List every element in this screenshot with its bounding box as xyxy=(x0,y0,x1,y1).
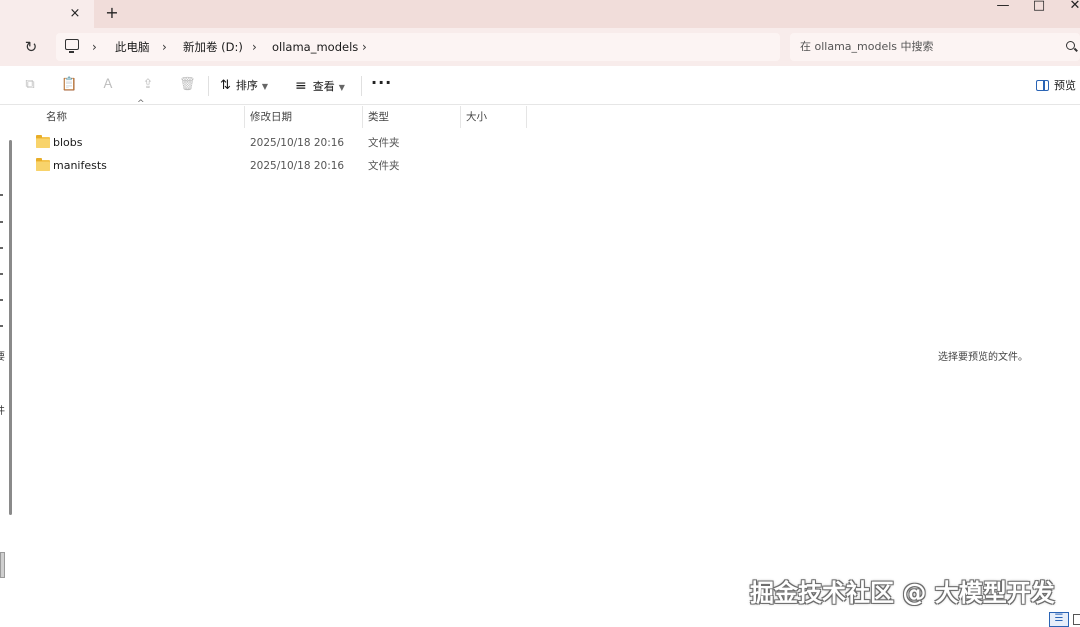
toolbar-divider xyxy=(361,76,362,96)
nav-scroll-thumb[interactable] xyxy=(0,552,5,578)
nav-scrollbar[interactable] xyxy=(9,140,12,515)
sort-button[interactable]: ⇅ 排序 ▼ xyxy=(220,76,268,96)
nav-expand-marker[interactable] xyxy=(0,194,3,196)
details-view-icon[interactable]: ☰ xyxy=(1049,612,1069,627)
preview-pane-button[interactable]: 预览 xyxy=(1036,76,1076,96)
paste-icon[interactable]: 📋 xyxy=(61,77,77,93)
chevron-down-icon: ▼ xyxy=(261,82,269,91)
minimize-icon[interactable]: — xyxy=(988,0,1018,14)
column-header-size[interactable]: 大小 xyxy=(466,106,487,128)
copy-icon[interactable]: ⧉ xyxy=(22,77,38,93)
preview-label: 预览 xyxy=(1054,79,1076,92)
file-name: manifests xyxy=(53,159,107,172)
chevron-right-icon[interactable]: › xyxy=(162,39,167,55)
close-tab-icon[interactable]: × xyxy=(66,5,84,23)
breadcrumb-ollama-models[interactable]: ollama_models xyxy=(272,39,358,55)
nav-expand-marker[interactable] xyxy=(0,247,3,249)
file-modified: 2025/10/18 20:16 xyxy=(250,137,345,149)
chevron-right-icon[interactable]: › xyxy=(362,39,367,55)
column-divider[interactable] xyxy=(362,106,363,128)
breadcrumb-drive-d[interactable]: 新加卷 (D:) xyxy=(183,39,243,55)
column-header-name[interactable]: 名称 xyxy=(46,106,67,128)
file-type: 文件夹 xyxy=(368,160,400,172)
nav-expand-marker[interactable] xyxy=(0,299,3,301)
active-tab[interactable]: × xyxy=(0,0,94,28)
column-divider[interactable] xyxy=(526,106,527,128)
sort-ascending-icon: ^ xyxy=(137,99,145,109)
chevron-right-icon[interactable]: › xyxy=(92,39,97,55)
view-label: 查看 xyxy=(312,80,335,93)
nav-expand-marker[interactable] xyxy=(0,325,3,327)
file-modified: 2025/10/18 20:16 xyxy=(250,160,345,172)
search-placeholder: 在 ollama_models 中搜索 xyxy=(800,40,934,53)
preview-pane-icon xyxy=(1036,80,1049,91)
column-divider[interactable] xyxy=(460,106,461,128)
watermark: 掘金技术社区 @ 大模型开发 xyxy=(750,579,1055,607)
more-options-icon[interactable]: ··· xyxy=(371,74,391,94)
folder-icon xyxy=(36,135,50,148)
preview-empty-message: 选择要预览的文件。 xyxy=(938,352,1028,363)
column-header-modified[interactable]: 修改日期 xyxy=(250,106,292,128)
toolbar-divider xyxy=(208,76,209,96)
view-icon: ≡ xyxy=(295,78,307,94)
chevron-right-icon[interactable]: › xyxy=(252,39,257,55)
nav-expand-marker[interactable] xyxy=(0,221,3,223)
view-button[interactable]: ≡ 查看 ▼ xyxy=(295,76,345,96)
file-type: 文件夹 xyxy=(368,137,400,149)
tiles-view-icon[interactable] xyxy=(1073,614,1080,625)
maximize-icon[interactable]: □ xyxy=(1024,0,1054,14)
column-divider[interactable] xyxy=(244,106,245,128)
command-bar: ⧉ 📋 Ａ ⇪ 🗑 ⇅ 排序 ▼ ≡ 查看 ▼ ··· 预览 xyxy=(0,66,1080,105)
delete-icon[interactable]: 🗑 xyxy=(179,77,196,93)
address-row: ↻ › 此电脑 › 新加卷 (D:) › ollama_models › 在 o… xyxy=(0,28,1080,66)
file-row[interactable]: manifests 2025/10/18 20:16 文件夹 xyxy=(24,155,524,177)
rename-icon[interactable]: Ａ xyxy=(100,77,116,93)
search-input[interactable]: 在 ollama_models 中搜索 xyxy=(790,33,1080,61)
nav-item-label-fragment[interactable]: 件 xyxy=(0,402,5,417)
sort-label: 排序 xyxy=(235,79,258,92)
chevron-down-icon: ▼ xyxy=(338,83,345,92)
column-header-type[interactable]: 类型 xyxy=(368,106,389,128)
title-bar: × + — □ ✕ xyxy=(0,0,1080,28)
share-icon[interactable]: ⇪ xyxy=(140,77,156,93)
refresh-icon[interactable]: ↻ xyxy=(21,37,41,57)
new-tab-icon[interactable]: + xyxy=(103,4,121,22)
nav-item-label-fragment[interactable]: 要 xyxy=(0,348,5,363)
address-bar[interactable]: › 此电脑 › 新加卷 (D:) › ollama_models › xyxy=(56,33,780,61)
search-icon[interactable] xyxy=(1066,41,1075,50)
nav-expand-marker[interactable] xyxy=(0,273,3,275)
file-name: blobs xyxy=(53,136,83,149)
close-window-icon[interactable]: ✕ xyxy=(1060,0,1080,14)
breadcrumb-this-pc[interactable]: 此电脑 xyxy=(115,39,150,55)
computer-icon xyxy=(65,39,79,53)
sort-icon: ⇅ xyxy=(220,78,231,93)
file-row[interactable]: blobs 2025/10/18 20:16 文件夹 xyxy=(24,132,524,154)
folder-icon xyxy=(36,158,50,171)
